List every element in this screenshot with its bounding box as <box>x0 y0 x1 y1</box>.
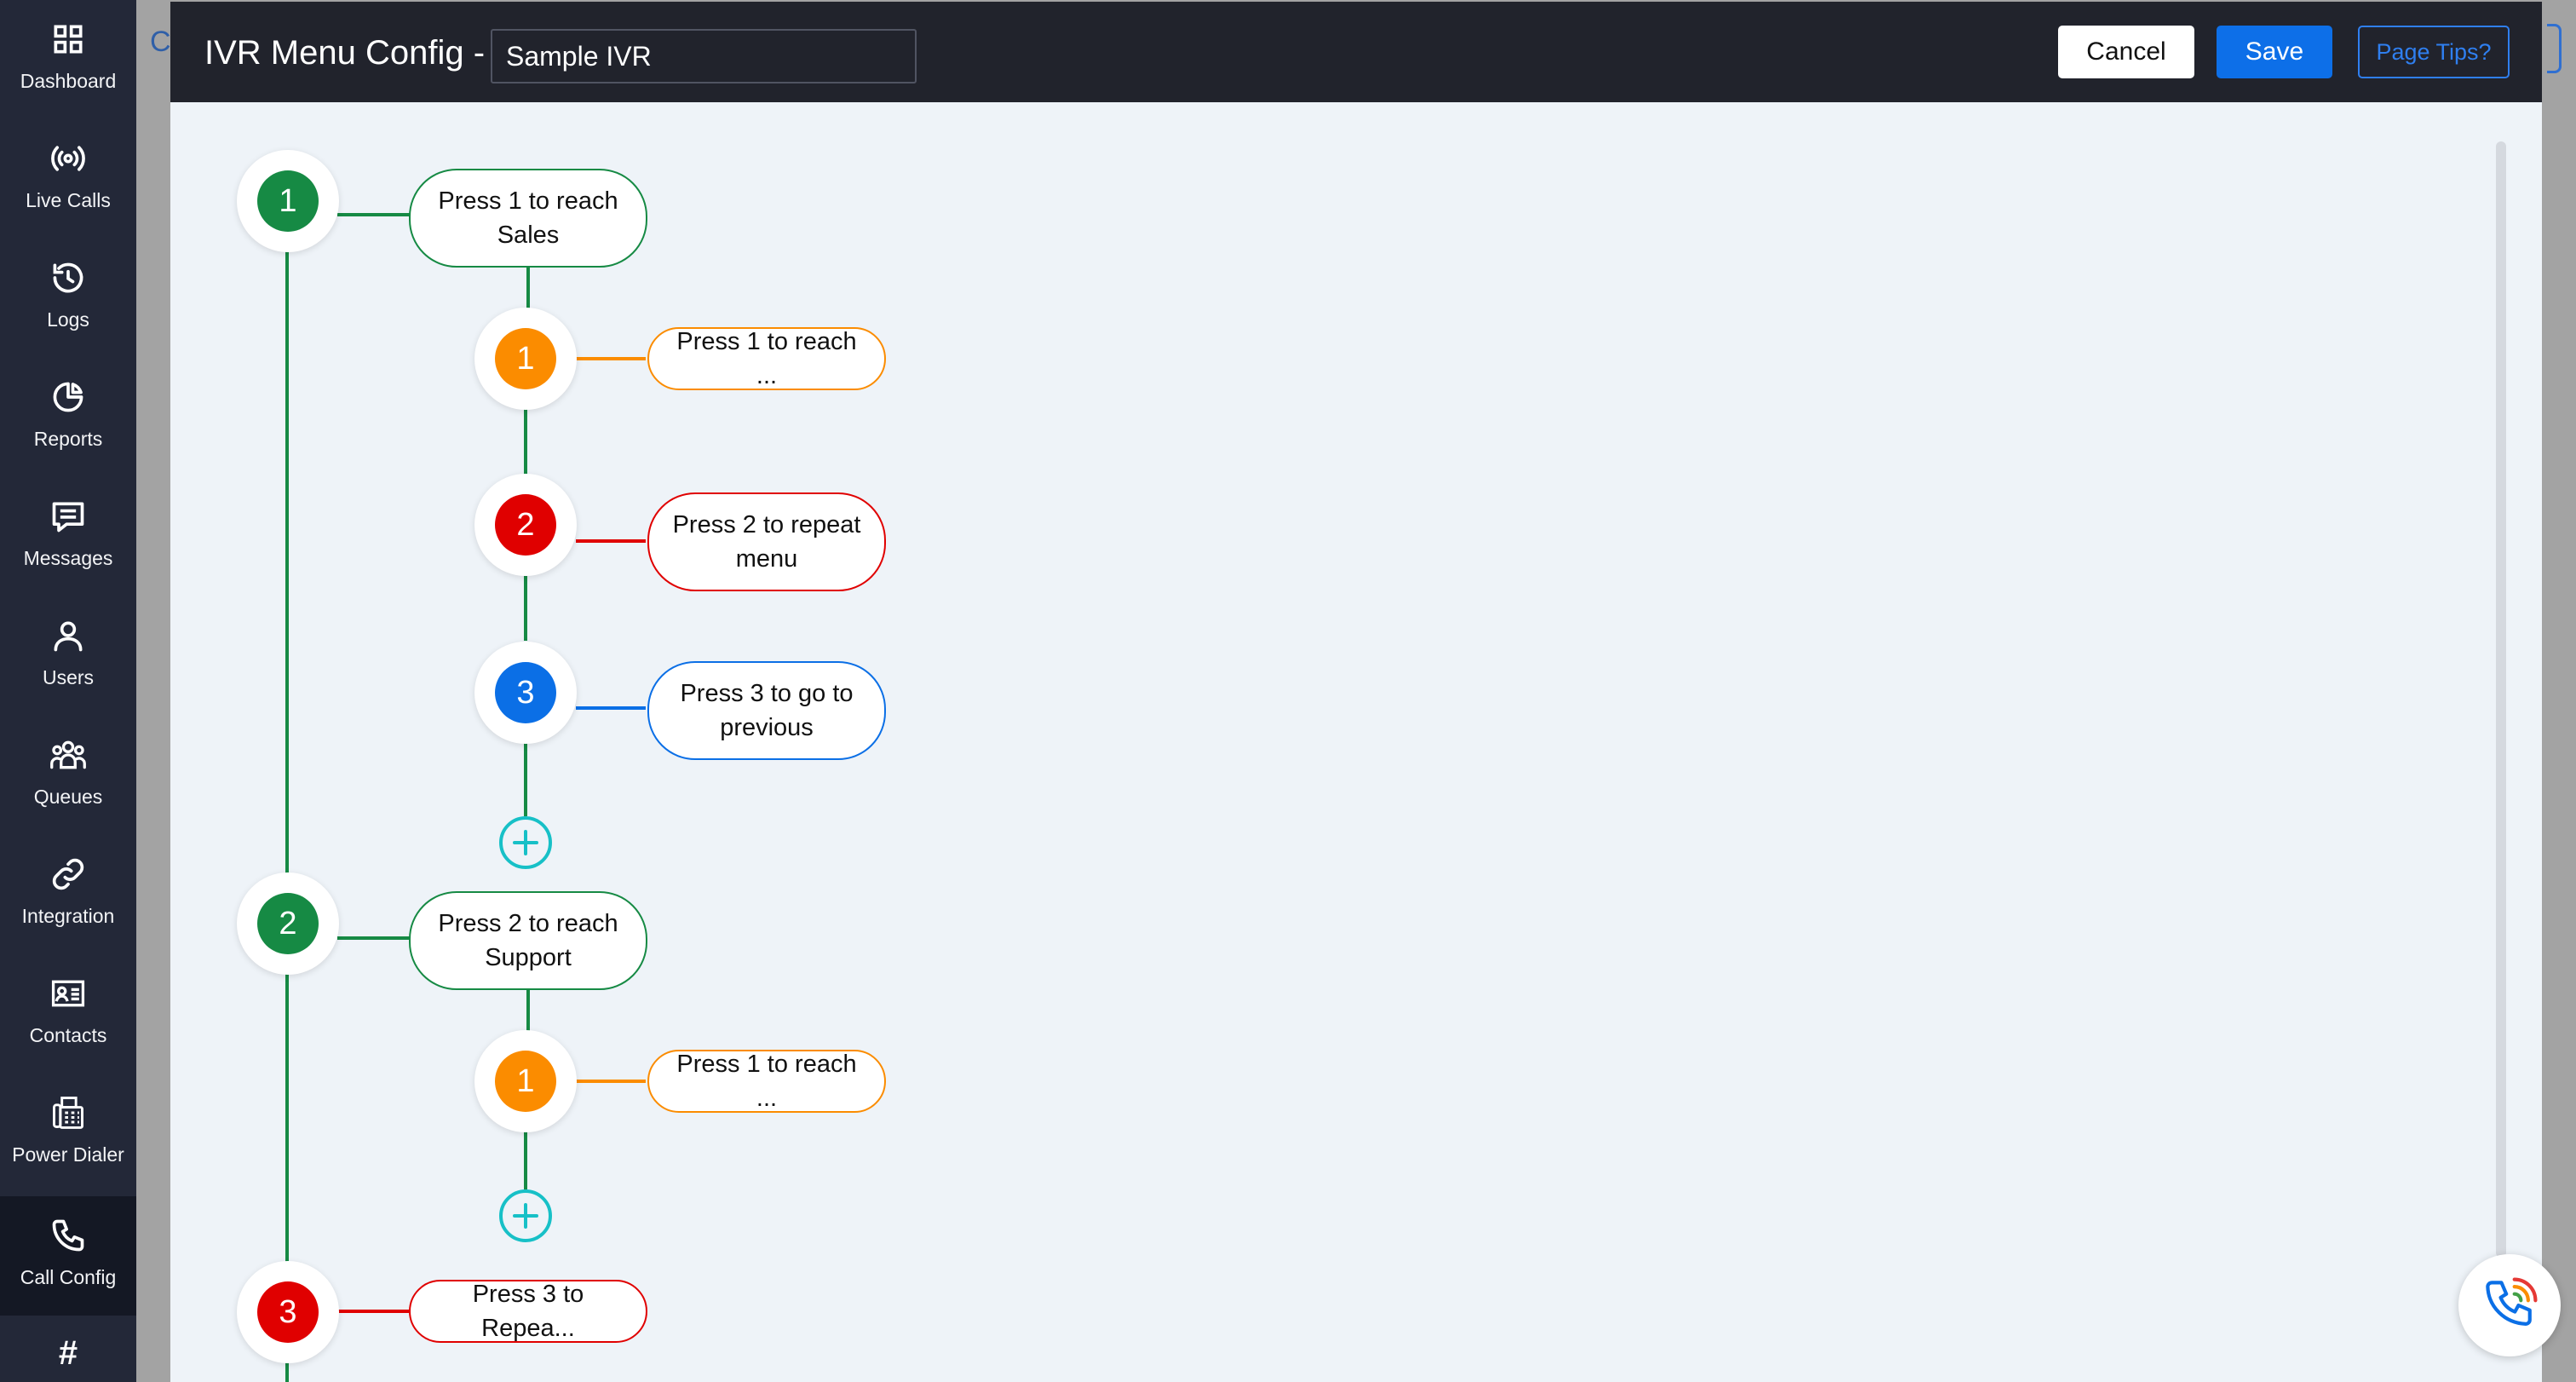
modal-header: IVR Menu Config - Cancel Save Page Tips? <box>170 2 2542 102</box>
add-option-button[interactable] <box>499 816 552 869</box>
connector-line <box>337 936 411 940</box>
background-tab-text: C <box>150 26 171 58</box>
ivr-key-2[interactable]: 2 <box>237 872 339 975</box>
sidebar-item-label: Power Dialer <box>12 1143 124 1166</box>
ivr-key-3[interactable]: 3 <box>237 1261 339 1363</box>
sidebar-item-label: Reports <box>33 428 103 450</box>
save-button[interactable]: Save <box>2217 26 2332 78</box>
menu-option-node[interactable]: Press 1 to reach Sales <box>409 169 647 268</box>
ivr-key-1[interactable]: 1 <box>237 150 339 252</box>
main-trunk-line <box>285 201 289 1382</box>
key-digit-badge: 3 <box>257 1281 319 1343</box>
menu-option-node[interactable]: Press 1 to reach ... <box>647 1050 886 1113</box>
sidebar-item-dashboard[interactable]: Dashboard <box>0 0 136 119</box>
connector-line <box>576 357 646 360</box>
phone-signal-icon <box>2486 1277 2538 1326</box>
plus-icon <box>513 830 538 855</box>
connector-line <box>576 706 646 710</box>
sidebar-item-label: Logs <box>47 308 89 331</box>
ivr-subkey-2-1[interactable]: 1 <box>474 1030 577 1132</box>
sidebar-item-messages[interactable]: Messages <box>0 477 136 596</box>
sidebar-item-label: Integration <box>21 905 115 927</box>
sidebar-item-users[interactable]: Users <box>0 596 136 716</box>
ivr-subkey-1-1[interactable]: 1 <box>474 308 577 410</box>
connector-line <box>524 576 527 641</box>
cancel-button[interactable]: Cancel <box>2058 26 2194 78</box>
sidebar-item-power-dialer[interactable]: Power Dialer <box>0 1074 136 1193</box>
ivr-subkey-1-3[interactable]: 3 <box>474 642 577 744</box>
plus-icon <box>513 1203 538 1229</box>
connector-line <box>526 990 530 1033</box>
connector-line <box>524 743 527 816</box>
contact-card-icon <box>0 973 136 1014</box>
sidebar-item-label: Contacts <box>29 1024 107 1046</box>
menu-option-node[interactable]: Press 2 to reach Support <box>409 891 647 990</box>
sidebar-item-call-config[interactable]: Call Config <box>0 1196 136 1316</box>
key-digit-badge: 3 <box>495 662 556 723</box>
sidebar-item-reports[interactable]: Reports <box>0 358 136 477</box>
menu-option-node[interactable]: Press 3 to go to previous <box>647 661 886 760</box>
sidebar-item-label: Messages <box>23 547 113 569</box>
add-option-button[interactable] <box>499 1189 552 1242</box>
message-icon <box>0 496 136 537</box>
sidebar-item-label: Call Config <box>20 1266 117 1288</box>
connector-line <box>337 1310 411 1313</box>
group-icon <box>0 734 136 775</box>
sidebar-item-contacts[interactable]: Contacts <box>0 954 136 1074</box>
link-icon <box>0 854 136 895</box>
modal-title: IVR Menu Config - <box>204 34 486 72</box>
key-digit-badge: 1 <box>495 1051 556 1112</box>
sidebar-item-logs[interactable]: Logs <box>0 239 136 358</box>
user-icon <box>0 615 136 656</box>
sidebar-item-label: Queues <box>33 786 103 808</box>
connector-line <box>337 213 411 216</box>
sidebar-item-live-calls[interactable]: Live Calls <box>0 119 136 239</box>
pie-chart-icon <box>0 377 136 417</box>
connector-line <box>526 266 530 312</box>
key-digit-badge: 2 <box>257 893 319 954</box>
key-digit-badge: 2 <box>495 494 556 556</box>
background-button-edge <box>2547 24 2562 73</box>
menu-option-node[interactable]: Press 3 to Repea... <box>409 1280 647 1343</box>
grid-icon <box>0 19 136 60</box>
sidebar-item-label: Users <box>42 666 95 688</box>
menu-option-node[interactable]: Press 1 to reach ... <box>647 327 886 390</box>
ivr-config-modal: IVR Menu Config - Cancel Save Page Tips?… <box>170 2 2542 1382</box>
hash-icon: # <box>58 1334 78 1372</box>
sidebar-item-label: Dashboard <box>20 70 117 92</box>
connector-line <box>524 409 527 474</box>
connector-line <box>576 1080 646 1083</box>
connector-line <box>576 539 646 543</box>
scrollbar[interactable] <box>2496 141 2506 1258</box>
sidebar: Dashboard Live Calls Logs Reports Messag… <box>0 0 136 1382</box>
sidebar-item-hash[interactable]: # <box>0 1327 136 1382</box>
sidebar-item-label: Live Calls <box>26 189 111 211</box>
sidebar-item-integration[interactable]: Integration <box>0 835 136 954</box>
ivr-name-input[interactable] <box>491 29 917 83</box>
phone-icon <box>0 1215 136 1256</box>
page-tips-button[interactable]: Page Tips? <box>2358 26 2510 78</box>
history-icon <box>0 257 136 298</box>
connector-line <box>524 1130 527 1189</box>
sidebar-item-queues[interactable]: Queues <box>0 716 136 835</box>
key-digit-badge: 1 <box>257 170 319 232</box>
menu-option-node[interactable]: Press 2 to repeat menu <box>647 492 886 591</box>
key-digit-badge: 1 <box>495 328 556 389</box>
phone-widget-button[interactable] <box>2458 1254 2561 1356</box>
ivr-subkey-1-2[interactable]: 2 <box>474 474 577 576</box>
broadcast-icon <box>0 138 136 179</box>
fax-icon <box>0 1092 136 1133</box>
